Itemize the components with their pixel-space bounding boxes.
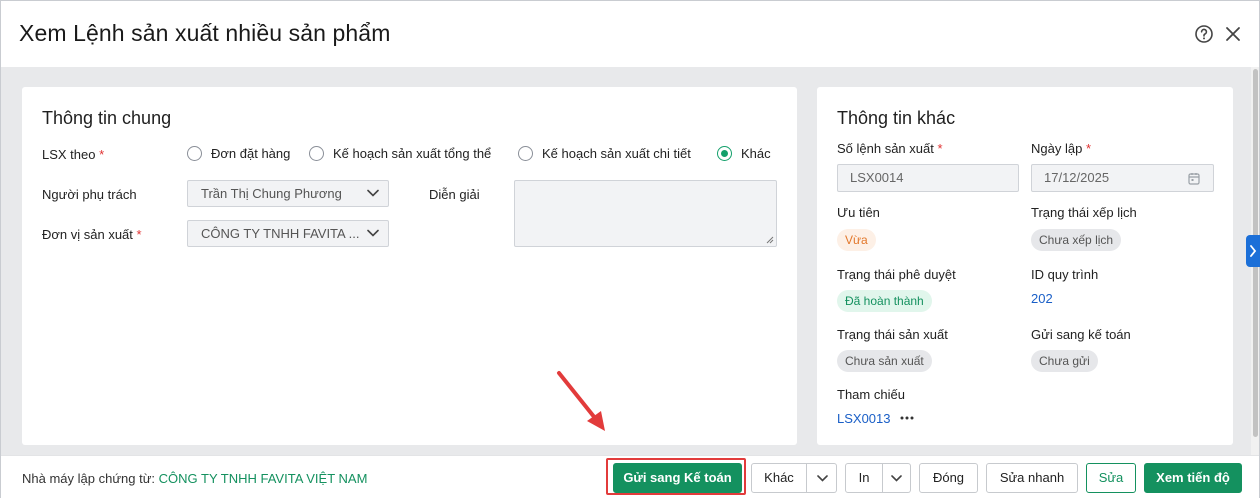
radio-circle [309,146,324,161]
khac-button[interactable]: Khác [751,463,807,493]
view-progress-button[interactable]: Xem tiến độ [1144,463,1242,493]
so-lenh-input[interactable]: LSX0014 [837,164,1019,192]
id-quy-trinh-link[interactable]: 202 [1031,291,1053,306]
dialog-window: Xem Lệnh sản xuất nhiều sản phẩm Thông t… [0,0,1260,498]
close-icon[interactable] [1223,24,1243,44]
tham-chieu-label: Tham chiếu [837,387,905,402]
highlight-box [606,458,746,495]
more-horizontal-icon[interactable] [900,416,914,420]
trang-thai-phe-duyet-badge: Đã hoàn thành [837,290,932,312]
dien-giai-label: Diễn giải [429,187,480,202]
khac-dropdown-button[interactable] [807,463,837,493]
radio-circle [187,146,202,161]
gui-ke-toan-badge: Chưa gửi [1031,350,1098,372]
nguoi-phu-trach-label: Người phụ trách [42,187,137,202]
ngay-lap-label: Ngày lập * [1031,141,1091,156]
trang-thai-xep-lich-badge: Chưa xếp lịch [1031,229,1122,251]
radio-circle-checked [717,146,732,161]
trang-thai-xep-lich-label: Trạng thái xếp lịch [1031,205,1137,220]
dialog-header: Xem Lệnh sản xuất nhiều sản phẩm [1,1,1259,67]
chevron-down-icon [367,189,379,197]
don-vi-san-xuat-label: Đơn vị sản xuất * [42,227,142,242]
don-vi-san-xuat-select[interactable]: CÔNG TY TNHH FAVITA ... [187,220,389,247]
edit-button[interactable]: Sửa [1086,463,1136,493]
radio-don-dat-hang[interactable]: Đơn đặt hàng [187,146,290,161]
print-dropdown-button[interactable] [883,463,911,493]
general-info-card: Thông tin chung LSX theo * Đơn đặt hàng … [22,87,797,445]
tham-chieu-link[interactable]: LSX0013 [837,411,891,426]
resize-handle-icon[interactable] [766,236,774,244]
nguoi-phu-trach-select[interactable]: Trần Thị Chung Phương [187,180,389,207]
lsx-theo-label: LSX theo * [42,147,105,162]
chevron-down-icon [817,475,828,482]
quick-edit-button[interactable]: Sửa nhanh [986,463,1078,493]
factory-value: CÔNG TY TNHH FAVITA VIỆT NAM [158,471,368,486]
ngay-lap-input[interactable]: 17/12/2025 [1031,164,1214,192]
id-quy-trinh-label: ID quy trình [1031,267,1099,282]
annotation-arrow-icon [557,371,605,431]
other-info-card: Thông tin khác Số lệnh sản xuất * LSX001… [817,87,1233,445]
side-panel-toggle[interactable] [1246,235,1260,267]
gui-ke-toan-label: Gửi sang kế toán [1031,327,1131,342]
trang-thai-san-xuat-label: Trạng thái sản xuất [837,327,948,342]
print-button[interactable]: In [845,463,883,493]
radio-ke-hoach-chi-tiet[interactable]: Kế hoạch sản xuất chi tiết [518,146,691,161]
uu-tien-label: Ưu tiên [837,205,880,220]
trang-thai-san-xuat-badge: Chưa sản xuất [837,350,932,372]
dialog-title: Xem Lệnh sản xuất nhiều sản phẩm [19,20,391,46]
radio-circle [518,146,533,161]
trang-thai-phe-duyet-label: Trạng thái phê duyệt [837,267,956,282]
other-info-title: Thông tin khác [837,108,956,128]
general-info-title: Thông tin chung [42,108,172,128]
calendar-icon [1188,173,1200,185]
chevron-right-icon [1250,245,1257,257]
uu-tien-badge: Vừa [837,229,876,251]
radio-ke-hoach-tong-the[interactable]: Kế hoạch sản xuất tổng thể [309,146,491,161]
dien-giai-textarea[interactable] [514,180,777,247]
factory-label: Nhà máy lập chứng từ: CÔNG TY TNHH FAVIT… [22,471,368,486]
so-lenh-label: Số lệnh sản xuất * [837,141,943,156]
radio-khac[interactable]: Khác [717,146,771,161]
help-circle-icon[interactable] [1194,24,1214,44]
chevron-down-icon [891,475,902,482]
chevron-down-icon [367,229,379,237]
close-button[interactable]: Đóng [919,463,978,493]
